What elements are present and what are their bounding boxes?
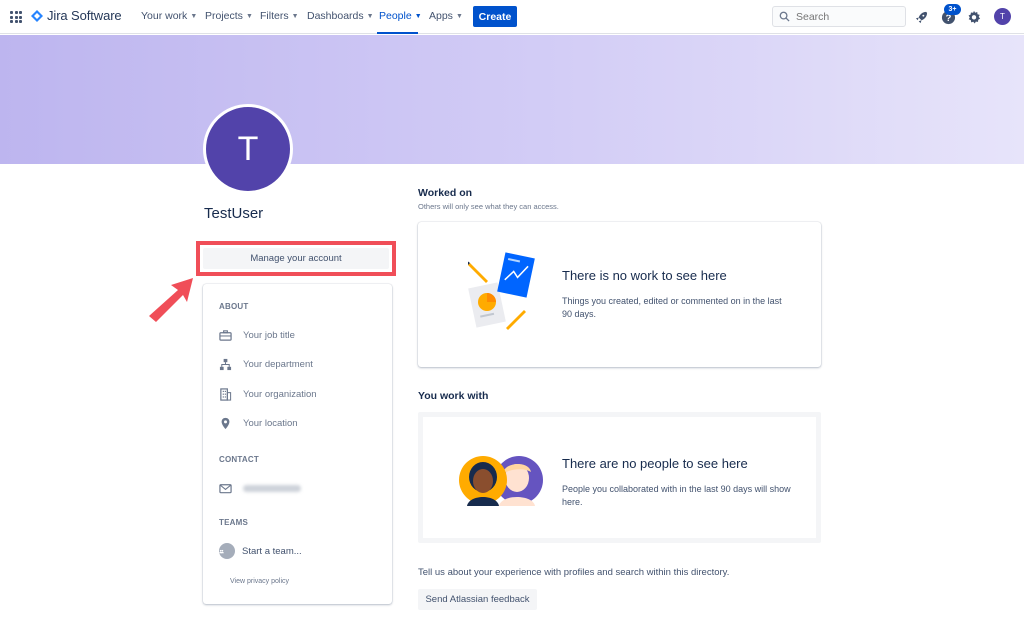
chevron-down-icon: ▼	[190, 12, 198, 20]
nav-label: Dashboards	[307, 10, 364, 22]
chevron-down-icon: ▼	[366, 12, 374, 20]
email-icon	[219, 484, 232, 494]
contact-heading: CONTACT	[219, 455, 259, 464]
worked-on-heading: Worked on	[418, 187, 473, 199]
nav-projects[interactable]: Projects ▼	[205, 10, 253, 22]
organization-field[interactable]: Your organization	[219, 388, 317, 401]
no-work-title: There is no work to see here	[562, 268, 727, 283]
nav-label: Your work	[141, 10, 188, 22]
briefcase-icon	[219, 330, 232, 341]
privacy-policy-link[interactable]: View privacy policy	[230, 578, 289, 585]
email-field[interactable]	[219, 482, 301, 495]
brand-name: Jira Software	[47, 8, 122, 23]
manage-account-button[interactable]: Manage your account	[203, 248, 389, 269]
people-illustration-icon	[459, 456, 543, 506]
gear-glyph	[968, 10, 981, 24]
department-field[interactable]: Your department	[219, 358, 313, 371]
start-team-link[interactable]: Start a team...	[219, 543, 302, 559]
rocket-glyph	[915, 11, 927, 23]
work-with-card: There are no people to see here People y…	[423, 417, 816, 538]
nav-apps[interactable]: Apps ▼	[429, 10, 463, 22]
start-team-label: Start a team...	[242, 545, 302, 557]
nav-label: Projects	[205, 10, 243, 22]
about-card: ABOUT Your job title Your department You…	[203, 284, 392, 604]
work-with-card-frame: There are no people to see here People y…	[418, 412, 821, 543]
active-tab-indicator	[377, 32, 418, 34]
jira-logo[interactable]: Jira Software	[31, 8, 122, 23]
about-heading: ABOUT	[219, 302, 249, 311]
profile-banner	[0, 35, 1024, 164]
profile-avatar[interactable]: T	[203, 104, 293, 194]
app-switcher-icon[interactable]	[10, 11, 22, 23]
work-with-heading: You work with	[418, 390, 489, 402]
user-avatar[interactable]: T	[994, 8, 1011, 25]
nav-label: Apps	[429, 10, 453, 22]
building-icon	[220, 388, 232, 401]
worked-on-subtitle: Others will only see what they can acces…	[418, 202, 559, 211]
nav-label: People	[379, 10, 412, 22]
search-input[interactable]	[796, 10, 896, 23]
worked-on-card: There is no work to see here Things you …	[418, 222, 821, 367]
settings-gear-icon[interactable]	[966, 9, 982, 25]
documents-illustration-icon	[468, 252, 535, 330]
chevron-down-icon: ▼	[455, 12, 463, 20]
teams-heading: TEAMS	[219, 518, 248, 527]
nav-dashboards[interactable]: Dashboards ▼	[307, 10, 374, 22]
top-navigation: Jira Software Your work ▼ Projects ▼ Filte…	[0, 0, 1024, 34]
redacted-email	[243, 485, 301, 492]
job-title-field[interactable]: Your job title	[219, 329, 295, 342]
nav-filters[interactable]: Filters ▼	[260, 10, 299, 22]
location-placeholder: Your location	[243, 418, 298, 429]
location-pin-icon	[221, 417, 230, 430]
feedback-prompt: Tell us about your experience with profi…	[418, 567, 730, 578]
no-people-title: There are no people to see here	[562, 456, 748, 471]
jira-diamond-icon	[31, 9, 43, 22]
send-feedback-button[interactable]: Send Atlassian feedback	[418, 589, 537, 610]
chevron-down-icon: ▼	[414, 12, 422, 20]
location-field[interactable]: Your location	[219, 417, 298, 430]
create-button[interactable]: Create	[473, 6, 517, 27]
rocket-icon[interactable]	[913, 9, 929, 25]
no-people-description: People you collaborated with in the last…	[562, 484, 791, 507]
nav-your-work[interactable]: Your work ▼	[141, 10, 197, 22]
organization-placeholder: Your organization	[243, 389, 317, 400]
search-icon	[779, 11, 790, 22]
no-work-description: Things you created, edited or commented …	[562, 296, 782, 319]
search-box[interactable]	[772, 6, 906, 27]
department-tree-icon	[219, 358, 232, 371]
profile-name: TestUser	[204, 205, 264, 222]
department-placeholder: Your department	[243, 359, 313, 370]
team-icon	[219, 543, 235, 559]
chevron-down-icon: ▼	[291, 12, 299, 20]
nav-people[interactable]: People ▼	[379, 10, 422, 22]
notification-badge: 3+	[944, 4, 961, 15]
pointer-arrow-icon	[149, 278, 193, 322]
nav-label: Filters	[260, 10, 289, 22]
chevron-down-icon: ▼	[245, 12, 253, 20]
job-title-placeholder: Your job title	[243, 330, 295, 341]
people-glyph	[219, 549, 224, 553]
